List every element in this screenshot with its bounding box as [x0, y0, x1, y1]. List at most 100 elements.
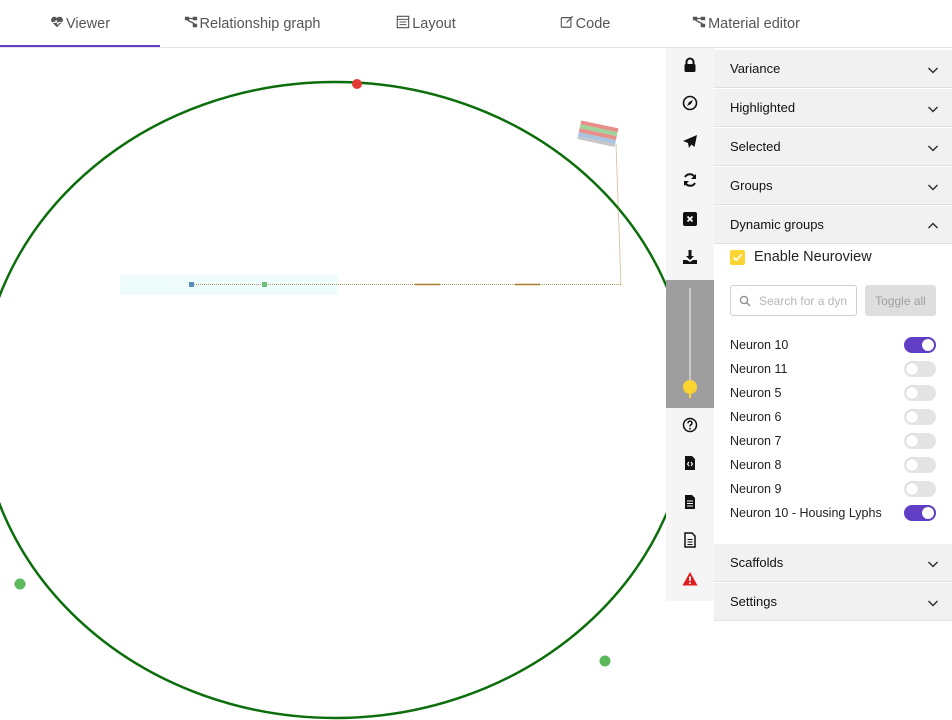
neuron-toggle[interactable] [904, 409, 936, 425]
neuron-label: Neuron 7 [730, 434, 782, 448]
search-icon [739, 295, 751, 306]
layout-icon [396, 15, 412, 33]
tab-layout[interactable]: Layout [346, 0, 506, 48]
enable-neuroview-label: Enable Neuroview [754, 249, 872, 265]
dynamic-groups-search[interactable] [730, 285, 857, 316]
send-button[interactable] [666, 125, 714, 163]
dynamic-groups-body: Enable Neuroview Toggle all Neuron 10 Ne… [714, 244, 952, 542]
toggle-knob [906, 435, 918, 447]
node-green [599, 655, 611, 667]
scaffolds-section-header[interactable]: Scaffolds [714, 544, 952, 582]
section-title: Dynamic groups [730, 217, 824, 232]
neuron-toggle[interactable] [904, 457, 936, 473]
neuron-label: Neuron 11 [730, 362, 788, 376]
viewer-toolbar [666, 48, 714, 601]
chevron-down-icon [927, 184, 939, 191]
neuron-label: Neuron 9 [730, 482, 782, 496]
file-code-icon [682, 455, 698, 476]
compass-icon [682, 95, 698, 116]
question-circle-icon [682, 417, 698, 438]
tab-label: Code [575, 16, 611, 32]
toggle-knob [906, 483, 918, 495]
chevron-up-icon [927, 222, 939, 229]
chevron-down-icon [927, 145, 939, 152]
node-green [14, 578, 26, 590]
node-red [352, 79, 362, 89]
section-title: Settings [730, 594, 777, 609]
toggle-knob [922, 339, 934, 351]
slider-track [689, 288, 691, 386]
viewer-canvas[interactable] [0, 48, 666, 720]
neuron-toggle[interactable] [904, 337, 936, 353]
toggle-knob [922, 507, 934, 519]
settings-section-header[interactable]: Settings [714, 583, 952, 621]
chain-node [189, 282, 194, 287]
export-json-button[interactable] [666, 485, 714, 523]
tab-label: Layout [412, 16, 456, 32]
search-input[interactable] [757, 292, 856, 309]
variance-section-header[interactable]: Variance [714, 50, 952, 88]
groups-section-header[interactable]: Groups [714, 167, 952, 205]
neuron-toggle[interactable] [904, 433, 936, 449]
neuron-label: Neuron 6 [730, 410, 782, 424]
neuron-row: Neuron 6 [730, 405, 936, 429]
neuron-label: Neuron 5 [730, 386, 782, 400]
refresh-icon [682, 172, 698, 193]
tab-label: Viewer [65, 16, 111, 32]
paper-plane-icon [682, 134, 698, 155]
selected-section-header[interactable]: Selected [714, 128, 952, 166]
neuron-label: Neuron 10 [730, 338, 789, 352]
tab-code[interactable]: Code [505, 0, 665, 48]
refresh-button[interactable] [666, 163, 714, 201]
control-panel: Variance Highlighted Selected Groups Dyn… [714, 48, 952, 720]
tab-label: Material editor [708, 16, 800, 32]
warnings-button[interactable] [666, 562, 714, 600]
edit-icon [560, 15, 576, 33]
tab-bar: Viewer Relationship graph Layout Code Ma… [0, 0, 952, 48]
export-document-button[interactable] [666, 523, 714, 561]
lyph-ring [0, 80, 666, 720]
tab-viewer[interactable]: Viewer [0, 0, 160, 48]
section-title: Highlighted [730, 100, 796, 115]
neuron-label: Neuron 10 - Housing Lyphs [730, 506, 882, 520]
chain-node [262, 282, 267, 287]
neuron-toggle[interactable] [904, 505, 936, 521]
neuron-row: Neuron 7 [730, 429, 936, 453]
export-code-button[interactable] [666, 446, 714, 484]
toggle-knob [906, 459, 918, 471]
download-button[interactable] [666, 240, 714, 278]
toggle-knob [906, 411, 918, 423]
neuron-row: Neuron 10 - Housing Lyphs [730, 501, 936, 525]
section-title: Variance [730, 61, 781, 76]
close-square-icon [682, 211, 698, 232]
neuron-row: Neuron 10 [730, 333, 936, 357]
neuron-row: Neuron 5 [730, 381, 936, 405]
lock-button[interactable] [666, 48, 714, 86]
neuron-toggle[interactable] [904, 385, 936, 401]
toggle-all-button[interactable]: Toggle all [865, 285, 936, 316]
neuron-toggle[interactable] [904, 361, 936, 377]
tab-label: Relationship graph [199, 16, 321, 32]
clear-button[interactable] [666, 202, 714, 240]
active-tab-indicator [0, 45, 160, 47]
help-button[interactable] [666, 408, 714, 446]
section-title: Selected [730, 139, 781, 154]
chevron-down-icon [927, 67, 939, 74]
tab-material-editor[interactable]: Material editor [666, 0, 826, 48]
chevron-down-icon [927, 600, 939, 607]
lock-icon [682, 57, 698, 78]
toggle-knob [906, 387, 918, 399]
graph-icon [184, 15, 200, 33]
enable-neuroview-checkbox[interactable]: Enable Neuroview [730, 247, 872, 267]
highlighted-section-header[interactable]: Highlighted [714, 89, 952, 127]
toggle-knob [906, 363, 918, 375]
compass-button[interactable] [666, 86, 714, 124]
tab-relationship-graph[interactable]: Relationship graph [172, 0, 332, 48]
chain-edge-vertical [615, 143, 622, 285]
lyph-segment-box [120, 275, 338, 295]
neuron-toggle[interactable] [904, 481, 936, 497]
dynamic-groups-section-header[interactable]: Dynamic groups [714, 206, 952, 244]
neuron-row: Neuron 8 [730, 453, 936, 477]
lyph-stack [577, 120, 619, 147]
zoom-slider[interactable] [666, 280, 714, 408]
